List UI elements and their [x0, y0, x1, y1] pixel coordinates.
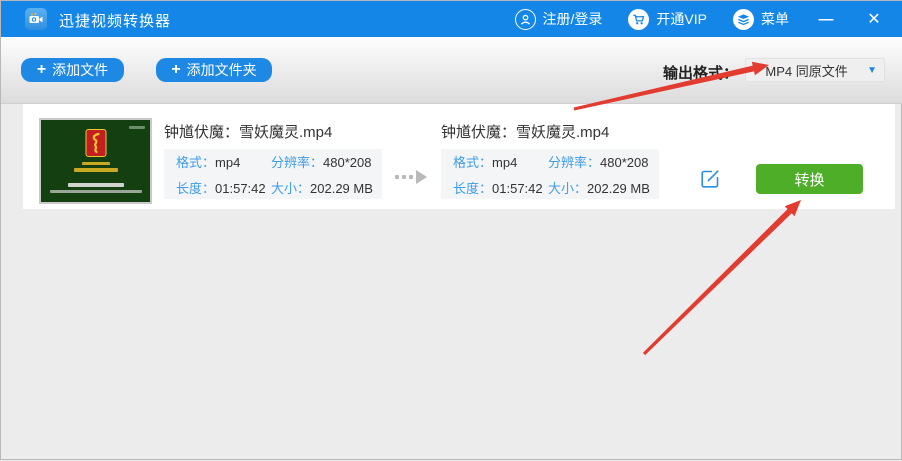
target-size: 大小：202.29 MB	[548, 180, 650, 196]
arrow-to-convert-button	[642, 200, 801, 356]
target-resolution: 分辨率：480*208	[548, 154, 649, 170]
target-format: 格式：mp4	[453, 154, 518, 170]
video-converter-window: { "titlebar": { "app_title": "迅捷视频转换器", …	[0, 0, 902, 460]
cart-icon	[628, 8, 650, 30]
menu-button[interactable]: 菜单	[733, 8, 789, 30]
transfer-arrow-icon	[395, 170, 437, 184]
add-folder-label: 添加文件夹	[186, 62, 257, 78]
app-logo-icon	[25, 8, 47, 30]
close-button[interactable]: ✕	[863, 9, 885, 29]
poster-emblem	[85, 129, 106, 157]
edit-settings-button[interactable]	[698, 167, 722, 191]
poster-text-line	[73, 168, 118, 172]
poster-text-line	[67, 183, 124, 187]
convert-button[interactable]: 转换	[756, 164, 863, 194]
target-info-box: 格式：mp4 分辨率：480*208 长度：01:57:42 大小：202.29…	[441, 149, 659, 199]
titlebar: 迅捷视频转换器 注册/登录 开通VIP 菜单 — ✕	[1, 1, 902, 37]
video-thumbnail	[39, 118, 152, 204]
source-filename: 钟馗伏魔：雪妖魔灵.mp4	[164, 124, 333, 141]
file-row: 钟馗伏魔：雪妖魔灵.mp4 格式：mp4 分辨率：480*208 长度：01:5…	[23, 104, 895, 209]
login-button[interactable]: 注册/登录	[514, 8, 603, 30]
minimize-button[interactable]: —	[815, 11, 837, 28]
source-info-box: 格式：mp4 分辨率：480*208 长度：01:57:42 大小：202.29…	[164, 149, 382, 199]
source-size: 大小：202.29 MB	[271, 180, 373, 196]
edit-pencil-icon	[701, 170, 719, 188]
app-title: 迅捷视频转换器	[59, 13, 172, 30]
poster-watermark	[129, 126, 145, 129]
target-duration: 长度：01:57:42	[453, 180, 543, 196]
add-folder-button[interactable]: + 添加文件夹	[156, 58, 272, 82]
source-resolution: 分辨率：480*208	[271, 154, 372, 170]
plus-icon: +	[36, 61, 47, 78]
target-filename: 钟馗伏魔：雪妖魔灵.mp4	[441, 124, 610, 141]
chevron-down-icon: ▼	[867, 64, 877, 76]
output-format-label: 输出格式：	[662, 65, 738, 82]
poster-text-line	[81, 162, 110, 165]
source-format: 格式：mp4	[176, 154, 241, 170]
source-duration: 长度：01:57:42	[176, 180, 266, 196]
layers-icon	[733, 8, 754, 30]
add-file-label: 添加文件	[52, 62, 109, 78]
vip-button[interactable]: 开通VIP	[628, 8, 707, 30]
add-file-button[interactable]: + 添加文件	[21, 58, 124, 82]
vip-label: 开通VIP	[656, 11, 707, 27]
plus-icon: +	[171, 61, 181, 78]
toolbar: + 添加文件 + 添加文件夹 输出格式： MP4 同原文件 ▼	[1, 37, 902, 104]
user-icon	[514, 8, 536, 30]
login-label: 注册/登录	[542, 11, 603, 27]
output-format-dropdown[interactable]: MP4 同原文件 ▼	[745, 58, 885, 82]
output-format-value: MP4 同原文件	[765, 63, 848, 79]
menu-label: 菜单	[761, 11, 789, 27]
poster-text-line	[49, 190, 142, 193]
